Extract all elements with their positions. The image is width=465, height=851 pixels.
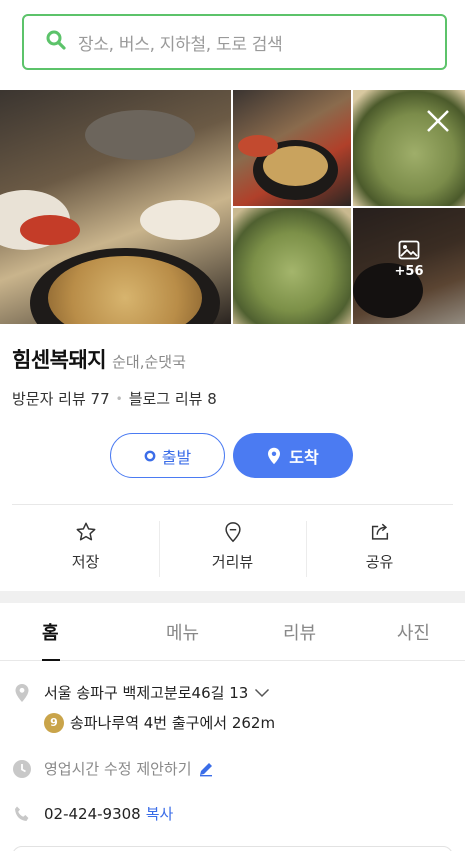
- image-icon: [398, 240, 420, 260]
- hours-row[interactable]: 영업시간 수정 제안하기: [12, 758, 214, 779]
- copy-phone-button[interactable]: 복사: [146, 803, 174, 824]
- pencil-icon: [199, 762, 212, 776]
- photo-thumb-1[interactable]: [233, 90, 351, 206]
- arrive-button-label: 도착: [289, 447, 319, 467]
- location-pin-icon: [268, 447, 281, 464]
- star-icon: [76, 522, 95, 541]
- street-view-button[interactable]: 거리뷰: [159, 505, 306, 591]
- place-header: 힘센복돼지 순대,순댓국: [12, 344, 186, 374]
- section-divider: [0, 591, 465, 603]
- share-button[interactable]: 공유: [306, 505, 453, 591]
- save-label: 저장: [71, 553, 100, 571]
- address-text: 서울 송파구 백제고분로46길 13: [44, 684, 249, 702]
- action-bar: 저장 거리뷰 공유: [12, 505, 453, 591]
- blog-review-link[interactable]: 블로그 리뷰 8: [129, 388, 217, 409]
- start-button[interactable]: 출발: [110, 433, 225, 478]
- search-bar[interactable]: 장소, 버스, 지하철, 도로 검색: [22, 14, 447, 70]
- start-dot-icon: [144, 450, 156, 461]
- tab-home[interactable]: 홈: [0, 603, 129, 661]
- subway-distance-text: 송파나루역 4번 출구에서 262m: [70, 714, 276, 732]
- more-photos-count: +56: [394, 264, 424, 279]
- phone-row: 02-424-9308 복사: [12, 803, 173, 824]
- hours-suggest-link[interactable]: 영업시간 수정 제안하기: [44, 758, 192, 779]
- place-title: 힘센복돼지: [12, 348, 107, 372]
- phone-number: 02-424-9308: [44, 804, 141, 823]
- close-icon: [427, 110, 449, 132]
- subway-line-badge: 9: [44, 712, 64, 733]
- separator-dot: •: [115, 391, 123, 406]
- street-view-pin-icon: [224, 522, 241, 543]
- search-icon: [46, 30, 66, 54]
- search-input[interactable]: 장소, 버스, 지하철, 도로 검색: [78, 30, 283, 55]
- main-photo[interactable]: [0, 90, 231, 324]
- photo-gallery[interactable]: +56: [0, 90, 465, 324]
- phone-icon: [12, 804, 32, 824]
- visitor-review-link[interactable]: 방문자 리뷰 77: [12, 388, 110, 409]
- arrive-button[interactable]: 도착: [233, 433, 353, 478]
- start-button-label: 출발: [161, 447, 192, 467]
- address-row[interactable]: 서울 송파구 백제고분로46길 13: [12, 682, 270, 703]
- share-icon: [371, 523, 388, 540]
- share-label: 공유: [365, 553, 394, 571]
- next-section-card: [12, 846, 453, 851]
- subway-row: 9 송파나루역 4번 출구에서 262m: [44, 712, 275, 733]
- tab-reviews[interactable]: 리뷰: [226, 603, 343, 660]
- place-category: 순대,순댓국: [112, 353, 186, 371]
- street-view-label: 거리뷰: [211, 553, 254, 571]
- tab-bar: 홈 메뉴 리뷰 사진: [0, 603, 465, 661]
- photo-thumb-3[interactable]: [233, 208, 351, 324]
- photo-thumb-more[interactable]: +56: [353, 208, 465, 324]
- tab-photos[interactable]: 사진: [343, 603, 465, 660]
- chevron-down-icon: [255, 688, 270, 697]
- more-photos-badge: +56: [353, 240, 465, 279]
- save-button[interactable]: 저장: [12, 505, 159, 591]
- location-pin-icon: [12, 683, 32, 703]
- review-summary: 방문자 리뷰 77 • 블로그 리뷰 8: [12, 388, 217, 409]
- tab-menu[interactable]: 메뉴: [129, 603, 226, 660]
- clock-icon: [12, 759, 32, 779]
- close-button[interactable]: [425, 108, 451, 134]
